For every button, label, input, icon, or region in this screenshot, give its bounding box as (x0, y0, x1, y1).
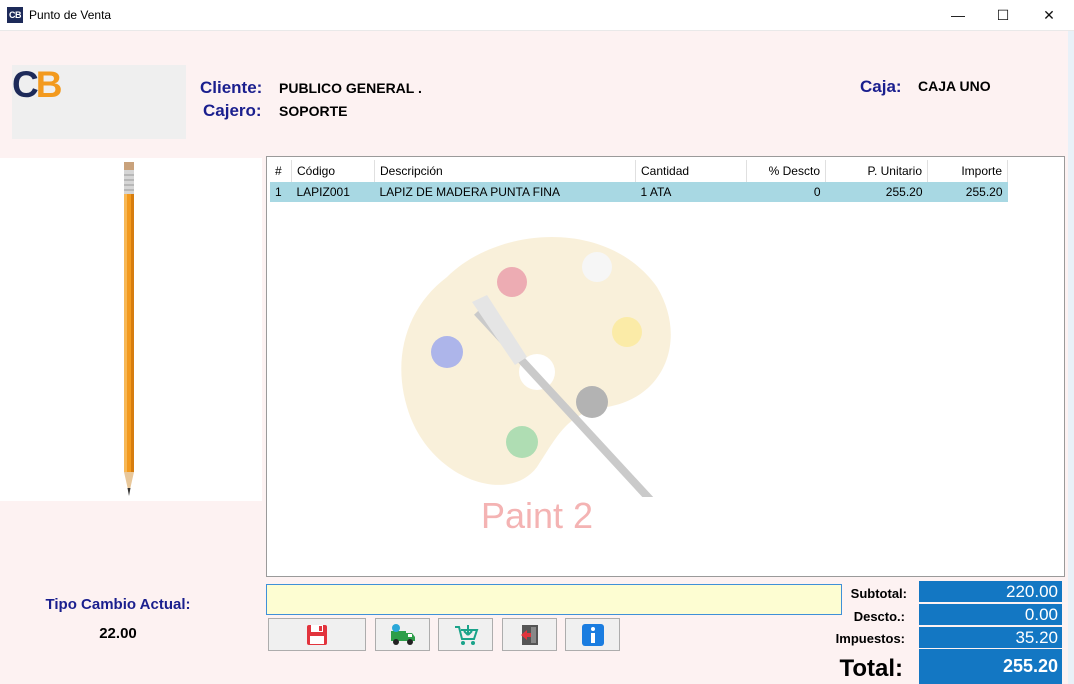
impuestos-label: Impuestos: (835, 631, 905, 646)
cajero-value: SOPORTE (279, 103, 348, 119)
paint-palette-icon (401, 237, 671, 497)
save-icon (307, 624, 327, 645)
cell-importe: 255.20 (927, 182, 1008, 202)
exit-button[interactable] (502, 618, 557, 651)
caja-value: CAJA UNO (918, 78, 991, 94)
cell-cantidad: 1 ATA (635, 182, 747, 202)
col-number[interactable]: # (270, 160, 292, 182)
cell-number: 1 (270, 182, 292, 202)
window-edge (1068, 31, 1074, 684)
minimize-button[interactable]: — (935, 0, 981, 30)
subtotal-label: Subtotal: (850, 586, 907, 601)
minimize-icon: — (951, 7, 965, 23)
col-descripcion[interactable]: Descripción (374, 160, 636, 182)
product-image (0, 158, 262, 501)
cliente-value: PUBLICO GENERAL . (279, 80, 422, 96)
title-bar: CB Punto de Venta — ☐ ✕ (0, 0, 1074, 31)
items-grid[interactable]: Paint 2 # Código Descripción Cantidad % … (266, 156, 1065, 577)
close-icon: ✕ (1043, 7, 1055, 23)
company-logo: CB (12, 65, 186, 139)
info-icon (581, 623, 604, 646)
app-icon: CB (7, 7, 23, 23)
col-descto[interactable]: % Descto (746, 160, 826, 182)
cell-descto: 0 (746, 182, 826, 202)
cell-descripcion: LAPIZ DE MADERA PUNTA FINA (374, 182, 636, 202)
close-button[interactable]: ✕ (1026, 0, 1072, 30)
col-p-unitario[interactable]: P. Unitario (825, 160, 928, 182)
pencil-icon (124, 162, 134, 496)
exchange-rate-value: 22.00 (99, 625, 137, 642)
product-code-input[interactable] (266, 584, 842, 615)
table-row[interactable]: 1 LAPIZ001 LAPIZ DE MADERA PUNTA FINA 1 … (270, 182, 1008, 202)
caja-label: Caja: (860, 77, 902, 96)
cart-button[interactable] (438, 618, 493, 651)
exchange-rate-label: Tipo Cambio Actual: (45, 596, 191, 613)
shopping-cart-icon (454, 624, 478, 645)
col-cantidad[interactable]: Cantidad (635, 160, 747, 182)
total-value: 255.20 (919, 649, 1062, 684)
exit-door-icon (520, 624, 538, 645)
maximize-icon: ☐ (996, 7, 1010, 23)
table-header-row: # Código Descripción Cantidad % Descto P… (270, 160, 1008, 182)
descto-value: 0.00 (919, 604, 1062, 625)
main-window: CB Cliente: PUBLICO GENERAL . Cajero: SO… (0, 31, 1074, 684)
cell-codigo: LAPIZ001 (291, 182, 375, 202)
maximize-button[interactable]: ☐ (980, 0, 1026, 30)
cell-p-unitario: 255.20 (825, 182, 928, 202)
col-codigo[interactable]: Código (291, 160, 375, 182)
total-label: Total: (839, 655, 903, 682)
cliente-label: Cliente: (200, 78, 263, 97)
info-button[interactable] (565, 618, 620, 651)
watermark-label: Paint 2 (481, 495, 594, 536)
col-importe[interactable]: Importe (927, 160, 1008, 182)
delivery-truck-icon (390, 623, 415, 645)
window-title: Punto de Venta (29, 8, 112, 22)
items-table: # Código Descripción Cantidad % Descto P… (270, 160, 1008, 202)
subtotal-value: 220.00 (919, 581, 1062, 602)
cajero-label: Cajero: (203, 101, 262, 120)
descto-label: Descto.: (853, 609, 905, 624)
impuestos-value: 35.20 (919, 627, 1062, 648)
delivery-button[interactable] (375, 618, 430, 651)
save-button[interactable] (268, 618, 366, 651)
